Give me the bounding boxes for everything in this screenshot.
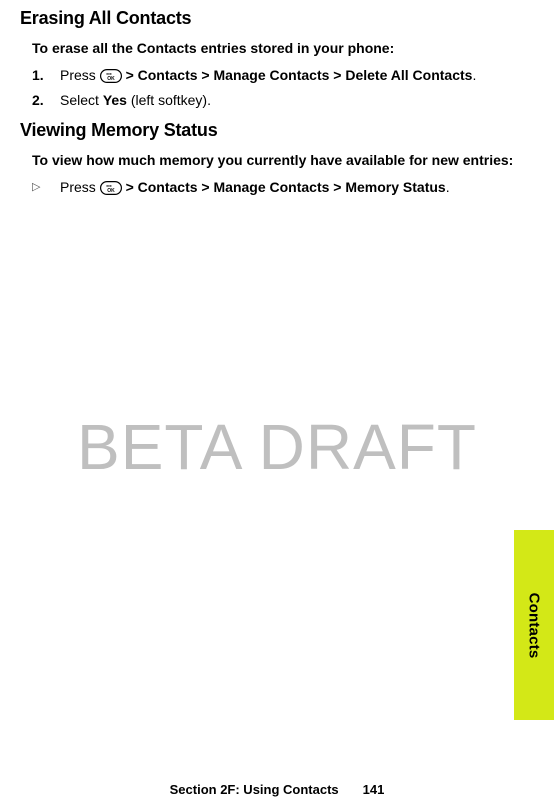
heading-viewing-memory-status: Viewing Memory Status (20, 120, 514, 141)
step-2-body: Select Yes (left softkey). (60, 91, 514, 110)
step-2-yes: Yes (103, 92, 127, 108)
bullet-period: . (446, 179, 450, 195)
side-tab-contacts: Contacts (514, 530, 554, 720)
step-2-tail: (left softkey). (127, 92, 211, 108)
bullet-press: Press (60, 179, 100, 195)
watermark-beta-draft: BETA DRAFT (0, 410, 554, 484)
bullet-body: Press OK > Contacts > Manage Contacts > … (60, 178, 514, 197)
bullet-marker-icon: ▷ (32, 178, 60, 197)
page-footer: Section 2F: Using Contacts 141 (0, 782, 554, 797)
heading-erasing-all-contacts: Erasing All Contacts (20, 8, 514, 29)
step-1-nav: > Contacts > Manage Contacts > Delete Al… (122, 67, 473, 83)
svg-text:OK: OK (107, 76, 115, 82)
svg-text:OK: OK (107, 188, 115, 194)
step-2-select: Select (60, 92, 103, 108)
ok-key-icon: OK (100, 69, 122, 83)
intro-erase-contacts: To erase all the Contacts entries stored… (32, 39, 514, 58)
bullet-memory-status: ▷ Press OK > Contacts > Manage Contacts … (32, 178, 514, 197)
step-2-number: 2. (32, 91, 60, 110)
step-1-body: Press OK > Contacts > Manage Contacts > … (60, 66, 514, 85)
bullet-nav: > Contacts > Manage Contacts > Memory St… (122, 179, 446, 195)
step-1-number: 1. (32, 66, 60, 85)
step-2: 2. Select Yes (left softkey). (32, 91, 514, 110)
ok-key-icon: OK (100, 181, 122, 195)
step-1-period: . (472, 67, 476, 83)
step-1-press: Press (60, 67, 100, 83)
footer-page-number: 141 (363, 782, 385, 797)
footer-section: Section 2F: Using Contacts (170, 782, 339, 797)
intro-memory-status: To view how much memory you currently ha… (32, 151, 514, 170)
side-tab-label: Contacts (526, 592, 543, 658)
content-area: Erasing All Contacts To erase all the Co… (20, 0, 514, 196)
step-1: 1. Press OK > Contacts > Manage Contacts… (32, 66, 514, 85)
page: Erasing All Contacts To erase all the Co… (0, 0, 554, 811)
